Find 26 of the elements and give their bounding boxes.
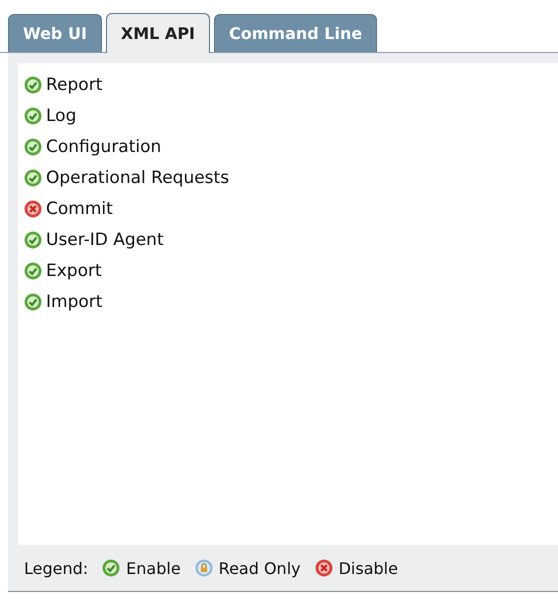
legend-title: Legend: [24,558,88,578]
cross-icon [24,200,42,218]
check-icon [102,559,120,577]
lock-icon [194,559,213,577]
cross-icon [314,559,333,577]
check-icon [24,138,42,156]
item-label: Log [46,106,76,126]
tab[interactable]: XML API [106,13,210,53]
item-label: Export [46,260,102,280]
legend-label: Disable [338,558,398,578]
item-label: Report [46,74,102,94]
check-icon [24,230,42,248]
tab[interactable]: Command Line [214,14,378,52]
check-icon [24,76,42,94]
legend-label: Enable [126,558,181,578]
item-label: Configuration [46,136,162,156]
item-label: Commit [46,198,113,218]
item-label: User-ID Agent [46,230,164,250]
check-icon [24,106,42,124]
check-icon [24,168,42,186]
check-icon [24,262,42,280]
item-label: Operational Requests [46,168,230,188]
legend-label: Read Only [218,558,301,578]
tab[interactable]: Web UI [8,14,102,52]
check-icon [24,292,42,310]
item-label: Import [46,292,102,312]
